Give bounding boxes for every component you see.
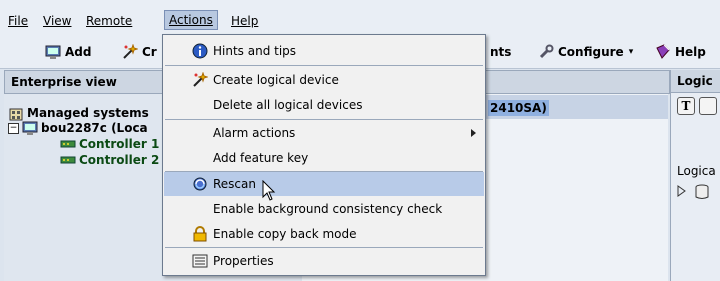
submenu-arrow-icon [471,129,476,137]
text-view-button[interactable]: T [677,97,695,115]
menu-separator [165,119,483,120]
menu-item-add-feature-key[interactable]: Add feature key [164,146,484,170]
tree-item-managed-systems[interactable]: Managed systems [8,105,149,121]
rescan-icon [193,177,207,191]
logical-panel: Logic T Logica [670,70,720,281]
menu-remote[interactable]: Remote [86,12,132,30]
tree-item-controller-1[interactable]: Controller 1 [60,136,159,152]
actions-menu: Hints and tips Create logical device Del… [162,34,486,276]
help-button[interactable]: Help [655,42,706,62]
tree-item-controller-2[interactable]: Controller 2 [60,152,159,168]
create-button[interactable]: Cr [122,42,157,62]
logical-panel-header: Logic [671,70,720,93]
menu-bar: File View Remote Actions Help [0,0,720,34]
add-server-icon [45,45,61,59]
menu-item-rescan[interactable]: Rescan [164,172,484,196]
view-button[interactable] [699,97,717,115]
collapse-icon[interactable]: − [8,122,19,134]
info-icon [192,43,208,59]
wand-icon [193,72,208,87]
menu-item-enable-copy-back-mode[interactable]: Enable copy back mode [164,222,484,246]
controller-card-icon [60,156,76,164]
menu-item-create-logical-device[interactable]: Create logical device [164,68,484,92]
disk-icon [695,184,709,203]
menu-item-enable-background-consistency-check[interactable]: Enable background consistency check [164,197,484,221]
menu-item-properties[interactable]: Properties [164,249,484,273]
menu-item-alarm-actions[interactable]: Alarm actions [164,121,484,145]
events-button[interactable]: nts [490,42,511,62]
selected-text: 2410SA) [488,100,549,116]
menu-actions[interactable]: Actions [164,10,218,30]
menu-separator [165,247,483,248]
configure-button[interactable]: Configure ▾ [538,42,633,62]
add-button[interactable]: Add [45,42,91,62]
chevron-down-icon: ▾ [628,47,634,57]
lock-icon [193,226,207,242]
server-icon [22,121,38,135]
properties-icon [192,254,208,268]
menu-item-delete-all-logical-devices[interactable]: Delete all logical devices [164,93,484,117]
menu-item-hints-and-tips[interactable]: Hints and tips [164,39,484,63]
menu-separator [165,65,483,66]
menu-help[interactable]: Help [231,12,258,30]
wrench-icon [539,44,554,59]
logical-label: Logica [677,164,716,178]
building-icon [9,108,23,121]
expand-triangle-icon[interactable] [677,185,687,200]
controller-card-icon [60,140,76,148]
mouse-cursor-icon [262,180,276,201]
wand-icon [123,44,138,59]
tree-item-bou2287c[interactable]: − bou2287c (Loca [8,120,148,136]
help-book-icon [656,44,670,59]
menu-file[interactable]: File [8,12,28,30]
menu-view[interactable]: View [43,12,71,30]
